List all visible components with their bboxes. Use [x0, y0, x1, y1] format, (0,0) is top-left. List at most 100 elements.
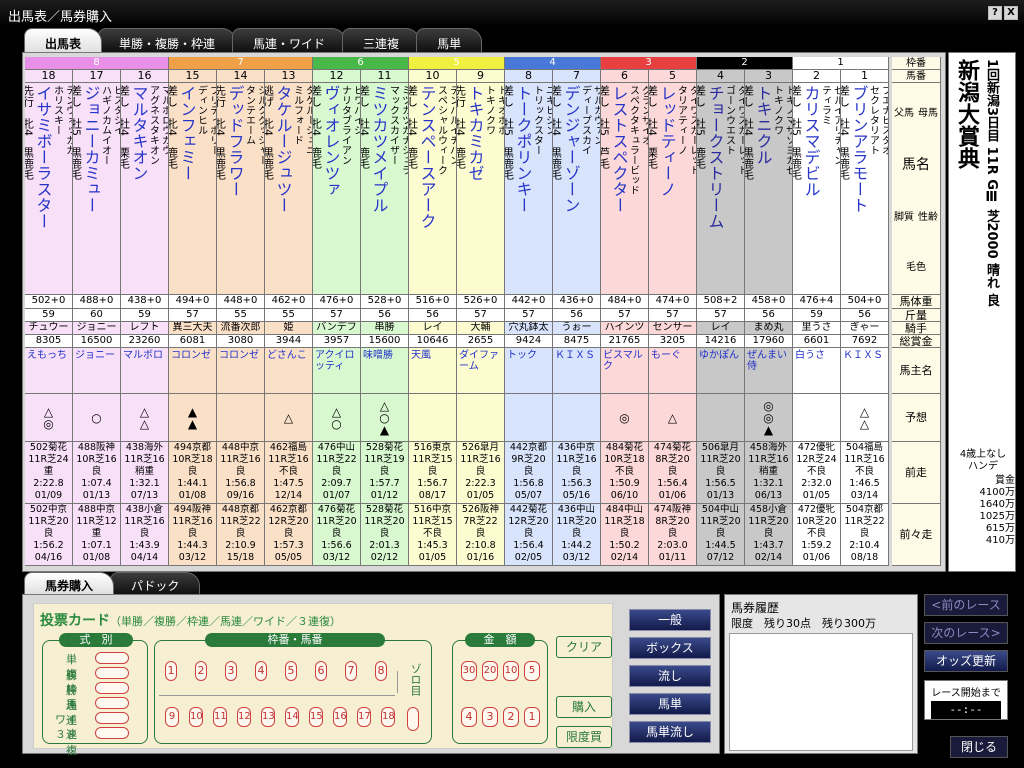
label-prev2: 前々走: [892, 504, 941, 566]
umaban-toggle[interactable]: 9: [165, 707, 179, 727]
kinryo: 56: [409, 309, 457, 322]
bet-box-button[interactable]: ボックス: [629, 637, 711, 659]
umaban-toggle[interactable]: 18: [381, 707, 395, 727]
close-window-button[interactable]: X: [1004, 6, 1018, 20]
clear-button[interactable]: クリア: [556, 636, 612, 658]
prev2-line: 2:10.9: [225, 540, 256, 551]
tab-tansho[interactable]: 単勝・複勝・枠連: [98, 28, 237, 52]
tab-umatan[interactable]: 馬単: [416, 28, 483, 52]
horse-entry[interactable]: トキオポポ トキノクワ トキカミカゼ 先行 牡4 鹿毛: [457, 83, 505, 295]
shiki-toggle[interactable]: [95, 712, 129, 724]
prev-race-button[interactable]: <前のレース: [924, 594, 1008, 616]
horse-entry[interactable]: マルボロウガウ アグネスタキオン マルタキオン 差し 牡4 栗毛: [121, 83, 169, 295]
jockey-name: センサー: [649, 322, 697, 335]
umaban-toggle[interactable]: 13: [261, 707, 275, 727]
shiki-toggle[interactable]: [95, 652, 129, 664]
horse-entry[interactable]: ゼルイアリチャン ティラミ カリスマデビル 差し 牡5 黒鹿毛: [793, 83, 841, 295]
amount-toggle[interactable]: 5: [524, 661, 540, 681]
buy-button[interactable]: 購入: [556, 696, 612, 718]
horse-entry[interactable]: ダイワスカーレット タリアティーノ レッドティーノ 差し 牡4 栗毛: [649, 83, 697, 295]
prev2-line: 02/14: [754, 552, 783, 563]
kinryo: 55: [217, 309, 265, 322]
kinryo: 56: [553, 309, 601, 322]
horse-attributes: 差し 牡5 黒鹿毛: [73, 85, 83, 294]
history-list[interactable]: [729, 633, 913, 751]
prev2-line: 1:44.3: [177, 540, 208, 551]
prev-line: 良: [571, 466, 582, 477]
shiki-toggle[interactable]: [95, 682, 129, 694]
umaban-toggle[interactable]: 17: [357, 707, 371, 727]
horse-number: 2: [793, 70, 841, 83]
prev2-line: 良: [43, 528, 54, 539]
body-weight: 476+0: [313, 295, 361, 309]
umaban-toggle[interactable]: 2: [195, 661, 207, 681]
bet-umatan-nagashi-button[interactable]: 馬単流し: [629, 721, 711, 743]
shiki-toggle[interactable]: [95, 697, 129, 709]
horse-entry[interactable]: ブエナビスタオ セクレタリアト ブリンアラモート 差し 牡4 黒鹿毛: [841, 83, 889, 295]
umaban-toggle[interactable]: 16: [333, 707, 347, 727]
umaban-toggle[interactable]: 1: [165, 661, 177, 681]
prev2-line: 良: [523, 528, 534, 539]
odds-update-button[interactable]: オッズ更新: [924, 650, 1008, 672]
amount-toggle[interactable]: 20: [482, 661, 498, 681]
horse-entry[interactable]: シルクグッシャー タンテエーム デッドフラワー 先行 牝4 黒鹿毛: [217, 83, 265, 295]
tab-sanrenpuku[interactable]: 三連複: [342, 28, 421, 52]
horse-entry[interactable]: トキノマザソヨカゼ トキノクワ トキニクル 差し 牡4 黒鹿毛: [745, 83, 793, 295]
horse-attributes: 差し 牡5 黒鹿毛: [793, 85, 803, 294]
umaban-toggle[interactable]: 14: [285, 707, 299, 727]
amount-toggle[interactable]: 30: [461, 661, 477, 681]
dam-name: ミルフォード: [291, 85, 303, 145]
umaban-toggle[interactable]: 5: [285, 661, 297, 681]
amount-toggle[interactable]: 4: [461, 707, 477, 727]
shiki-toggle[interactable]: [95, 727, 129, 739]
tab-baken[interactable]: 馬券購入: [24, 572, 115, 594]
prev-line: 05/16: [562, 490, 591, 501]
horse-entry[interactable]: ビスタジイ ハギノカムイオー ジョニーカミュー 差し 牡5 黒鹿毛: [73, 83, 121, 295]
horse-entry[interactable]: ユキビジン トリックスター トークポリンキー 差し 牡5 黒鹿毛: [505, 83, 553, 295]
amount-toggle[interactable]: 2: [503, 707, 519, 727]
umaban-toggle[interactable]: 12: [237, 707, 251, 727]
umaban-toggle[interactable]: 11: [213, 707, 227, 727]
horse-entry[interactable]: グランザイオ スペクタキュラービッド レストスペクター 差し 牡5 芦毛: [601, 83, 649, 295]
bet-general-button[interactable]: 一般: [629, 609, 711, 631]
horse-entry[interactable]: テンハルイチバン スペシャルウィーク テンスペースアーク 差し 牡4 鹿毛: [409, 83, 457, 295]
umaban-toggle[interactable]: 10: [189, 707, 203, 727]
horse-attributes: 差し 牡4 栗毛: [121, 85, 131, 294]
prediction-marks: [793, 394, 841, 442]
amount-toggle[interactable]: 10: [503, 661, 519, 681]
zorome-toggle[interactable]: [407, 707, 419, 731]
close-button[interactable]: 閉じる: [950, 736, 1008, 758]
tab-shutsuba[interactable]: 出馬表: [24, 28, 103, 52]
limit-buy-button[interactable]: 限度買: [556, 726, 612, 748]
umaban-toggle[interactable]: 7: [345, 661, 357, 681]
amount-toggle[interactable]: 1: [524, 707, 540, 727]
tab-umaren[interactable]: 馬連・ワイド: [232, 28, 347, 52]
bet-umatan-button[interactable]: 馬単: [629, 693, 711, 715]
prev-line: 良: [235, 466, 246, 477]
total-prize: 8305: [25, 335, 73, 348]
prev2-line: 1:56.4: [513, 540, 544, 551]
horse-entry[interactable]: ザルカヴァン ディープスカイ デンジャーゾーン 差し 牡4 黒鹿毛: [553, 83, 601, 295]
umaban-toggle[interactable]: 4: [255, 661, 267, 681]
tab-paddock[interactable]: パドック: [110, 572, 201, 594]
horse-entry[interactable]: タケルージュニ ミルフォード タケルージュツー 逃げ 牝4 黒鹿毛: [265, 83, 313, 295]
shiki-toggle[interactable]: [95, 667, 129, 679]
horse-entry[interactable]: ダイワスカーレット ゴーンウエスト チョークストリーム 差し 牡5 鹿毛: [697, 83, 745, 295]
umaban-toggle[interactable]: 15: [309, 707, 323, 727]
umaban-toggle[interactable]: 6: [315, 661, 327, 681]
prev2-line: 11R芝20: [364, 516, 405, 527]
umaban-toggle[interactable]: 8: [375, 661, 387, 681]
label-yoso: 予想: [892, 394, 941, 442]
horse-entry[interactable]: ブリティポリー ディンヒル インフェミー 差し 牝4 鹿毛: [169, 83, 217, 295]
betting-panel: 投票カード（単勝／複勝／枠連／馬連／ワイド／３連復） 式 別 単 勝複 勝枠 連…: [22, 594, 720, 757]
horse-number: 16: [121, 70, 169, 83]
horse-entry[interactable]: ビワハイジ ナリタブライアン ヴィオレンツァ 差し 牝4 鹿毛: [313, 83, 361, 295]
umaban-toggle[interactable]: 3: [225, 661, 237, 681]
horse-entry[interactable]: テンウォッカカ ホリスキー イサミボーラスター 先行 牝4 黒鹿毛: [25, 83, 73, 295]
help-button[interactable]: ?: [988, 6, 1002, 20]
horse-entry[interactable]: ミツカツガナシュラ マックスカイザー ミツカツメイプル 差し 牡4 鹿毛: [361, 83, 409, 295]
bet-nagashi-button[interactable]: 流し: [629, 665, 711, 687]
prev-line: 11R芝16: [460, 454, 501, 465]
amount-toggle[interactable]: 3: [482, 707, 498, 727]
next-race-button[interactable]: 次のレース>: [924, 622, 1008, 644]
